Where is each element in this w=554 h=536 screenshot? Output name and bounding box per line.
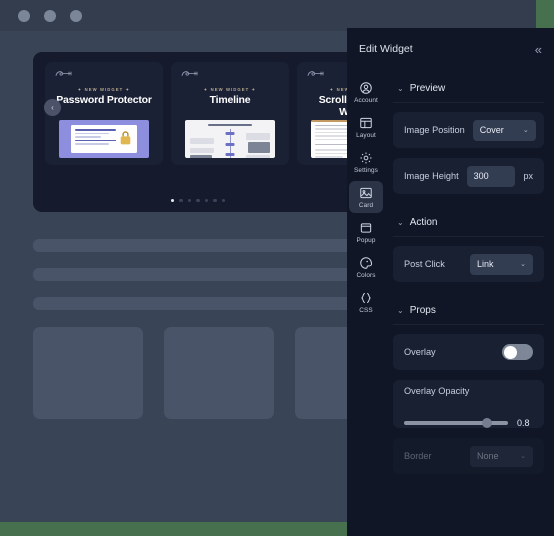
slider-thumb[interactable] [482,418,493,428]
css-braces-icon [361,293,371,303]
section-header-action[interactable]: ⌄ Action [393,210,544,237]
field-overlay-opacity: Overlay Opacity 0.8 [393,380,544,428]
layout-icon [360,117,372,129]
unit-label: px [523,171,533,181]
sidebar-item-label: CSS [359,307,373,314]
minimize-window-button[interactable] [44,9,56,22]
panel-content: ⌄ Preview Image Position Cover ⌄ Image H… [385,70,554,536]
image-height-input[interactable]: 300 [466,165,516,187]
sidebar-item-colors[interactable]: Colors [349,251,383,283]
overlay-toggle[interactable] [502,344,533,360]
chevron-down-icon: ⌄ [522,127,529,134]
card-preview-image [59,120,149,158]
pagination-dot[interactable] [213,198,217,202]
pagination-dot[interactable] [170,198,175,202]
sidebar-item-label: Layout [356,132,376,139]
panel-nav-rail: Account Layout Settings Card Popup Color… [347,70,385,536]
skeleton-bar [33,297,363,310]
widget-carousel: ✦ NEW WIDGET ✦ Password Protector ✦ NEW … [33,52,363,212]
field-image-height: Image Height 300 px [393,158,544,194]
chevron-down-icon: ⌄ [397,218,404,227]
sidebar-item-label: Colors [356,272,376,279]
section-title: Action [409,217,438,228]
section-title: Props [409,305,436,316]
select-value: Cover [479,125,504,135]
chevron-down-icon: ⌄ [397,84,404,93]
border-select[interactable]: None ⌄ [470,445,533,467]
sidebar-item-label: Settings [354,167,378,174]
field-label: Image Height [404,171,459,181]
carousel-prev-button[interactable]: ‹ [44,99,61,116]
overlay-opacity-value: 0.8 [517,418,530,428]
account-icon [360,82,372,94]
sidebar-item-card[interactable]: Card [349,181,383,213]
field-post-click: Post Click Link ⌄ [393,246,544,282]
card-image-icon [360,187,372,199]
brand-logo-icon [307,71,324,76]
field-label: Overlay Opacity [404,386,470,396]
sidebar-item-layout[interactable]: Layout [349,111,383,143]
field-label: Post Click [404,259,445,269]
field-label: Overlay [404,347,436,357]
skeleton-tile [164,327,274,419]
carousel-pagination [33,198,363,202]
lock-icon [120,131,131,145]
carousel-track: ✦ NEW WIDGET ✦ Password Protector ✦ NEW … [45,62,363,165]
card-title: Timeline [209,94,251,106]
brand-logo-icon [55,71,72,76]
section-header-props[interactable]: ⌄ Props [393,298,544,325]
sidebar-item-label: Card [358,202,374,209]
sidebar-item-css[interactable]: CSS [349,286,383,318]
card-badge: ✦ NEW WIDGET ✦ [203,87,257,92]
sidebar-item-label: Account [354,97,378,104]
image-position-select[interactable]: Cover ⌄ [472,119,536,141]
skeleton-bars [33,239,363,326]
pagination-dot[interactable] [221,198,226,202]
sidebar-item-settings[interactable]: Settings [349,146,383,178]
chevron-down-icon: ⌄ [520,453,526,460]
panel-header: Edit Widget « [347,28,554,70]
overlay-opacity-slider[interactable] [404,418,508,428]
section-title: Preview [409,83,446,94]
card-preview-image [185,120,275,158]
sidebar-item-account[interactable]: Account [349,76,383,108]
sidebar-item-label: Popup [356,237,376,244]
skeleton-bar [33,268,363,281]
select-value: None [477,451,499,461]
card-badge: ✦ NEW WIDGET ✦ [77,87,131,92]
card-title: Password Protector [56,94,152,106]
skeleton-tile [33,327,143,419]
select-value: Link [477,259,494,269]
skeleton-bar [33,239,363,252]
pagination-dot[interactable] [179,198,183,202]
pagination-dot[interactable] [187,198,192,202]
field-label: Border [404,451,432,461]
toggle-knob [503,345,517,359]
window-titlebar [0,0,536,31]
sidebar-item-popup[interactable]: Popup [349,216,383,248]
section-header-preview[interactable]: ⌄ Preview [393,76,544,103]
chevron-down-icon: ⌄ [397,306,404,315]
brand-logo-icon [181,71,198,76]
maximize-window-button[interactable] [70,9,82,22]
panel-title: Edit Widget [359,43,413,55]
field-label: Image Position [404,125,465,135]
colors-palette-icon [360,257,373,269]
chevron-down-icon: ⌄ [520,261,526,268]
settings-gear-icon [360,152,372,164]
widget-card[interactable]: ✦ NEW WIDGET ✦ Password Protector [45,62,163,165]
edit-widget-panel: Edit Widget « Account Layout Settings Ca… [347,28,554,536]
popup-window-icon [360,223,372,233]
field-border: Border None ⌄ [393,438,544,474]
pagination-dot[interactable] [204,198,209,202]
pagination-dot[interactable] [196,198,200,202]
field-image-position: Image Position Cover ⌄ [393,112,544,148]
close-window-button[interactable] [18,9,30,22]
field-overlay: Overlay [393,334,544,370]
post-click-select[interactable]: Link ⌄ [470,253,533,275]
widget-card[interactable]: ✦ NEW WIDGET ✦ Timeline [171,62,289,165]
collapse-panel-button[interactable]: « [535,43,542,56]
